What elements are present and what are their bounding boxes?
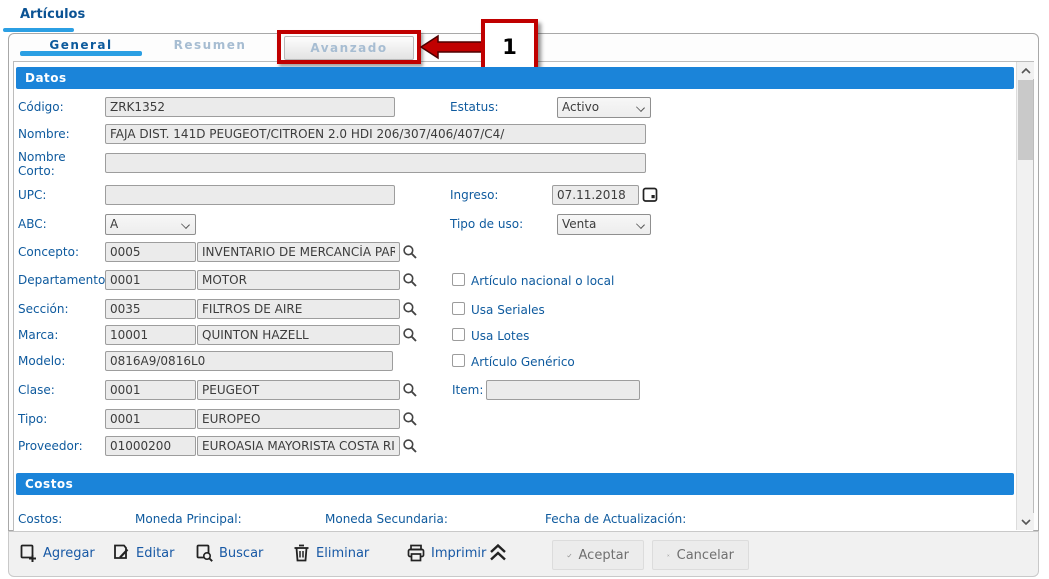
page-title: Artículos [20, 7, 86, 22]
tipo-de-uso-label: Tipo de uso: [450, 217, 524, 231]
buscar-button[interactable]: Buscar [195, 543, 263, 563]
checkbox-label: Usa Seriales [471, 303, 545, 317]
search-icon[interactable] [402, 301, 418, 317]
search-icon[interactable] [402, 411, 418, 427]
scroll-up-button[interactable] [1017, 62, 1034, 79]
printer-icon [407, 544, 425, 562]
search-icon[interactable] [402, 244, 418, 260]
ingreso-label: Ingreso: [450, 188, 499, 202]
page-title-underline [3, 28, 74, 32]
callout-number: 1 [502, 34, 517, 59]
checkbox-articulo-generico[interactable] [452, 354, 465, 367]
add-document-icon [20, 544, 36, 562]
callout-badge: 1 [481, 19, 538, 74]
codigo-input[interactable] [105, 97, 395, 117]
ingreso-input[interactable] [552, 185, 639, 205]
scrollbar-thumb[interactable] [1018, 80, 1033, 160]
seccion-code-input[interactable] [105, 299, 196, 319]
upc-label: UPC: [18, 188, 47, 202]
checkbox-label: Artículo Genérico [471, 355, 575, 369]
tipo-de-uso-select[interactable]: Venta [557, 214, 651, 235]
proveedor-code-input[interactable] [105, 436, 196, 456]
item-label: Item: [452, 383, 484, 397]
clase-code-input[interactable] [105, 380, 196, 400]
editar-button[interactable]: Editar [112, 543, 175, 563]
nombre-corto-input[interactable] [105, 153, 646, 173]
clase-label: Clase: [18, 383, 55, 397]
chevron-down-icon [636, 220, 645, 229]
modelo-input[interactable] [105, 351, 393, 371]
departamento-code-input[interactable] [105, 270, 196, 290]
abc-select[interactable]: A [105, 214, 196, 235]
nombre-input[interactable] [105, 124, 646, 144]
double-chevron-up-icon [490, 543, 506, 561]
upc-input[interactable] [105, 185, 395, 205]
cancelar-button[interactable]: Cancelar [652, 540, 749, 570]
moneda-secundaria-label: Moneda Secundaria: [325, 512, 448, 526]
scroll-down-button[interactable] [1017, 513, 1034, 530]
collapse-toolbar-button[interactable] [487, 543, 509, 562]
departamento-label: Departamento: [18, 273, 110, 287]
search-icon[interactable] [402, 272, 418, 288]
estatus-select[interactable]: Activo [557, 97, 651, 118]
proveedor-label: Proveedor: [18, 439, 83, 453]
nombre-corto-label: Nombre Corto: [18, 150, 66, 178]
tipo-desc-input[interactable] [197, 409, 400, 429]
tab-resumen[interactable]: Resumen [150, 38, 270, 52]
proveedor-desc-input[interactable] [197, 436, 400, 456]
trash-icon [294, 544, 309, 562]
abc-label: ABC: [18, 217, 47, 231]
concepto-code-input[interactable] [105, 242, 196, 262]
imprimir-button[interactable]: Imprimir [406, 543, 486, 563]
departamento-desc-input[interactable] [197, 270, 400, 290]
agregar-button[interactable]: Agregar [19, 543, 95, 563]
bottom-toolbar: Agregar Editar Buscar Eliminar Imprimir … [8, 531, 1039, 577]
checkbox-label: Artículo nacional o local [471, 274, 615, 288]
tipo-code-input[interactable] [105, 409, 196, 429]
codigo-label: Código: [18, 100, 64, 114]
item-input[interactable] [486, 380, 640, 400]
modelo-label: Modelo: [18, 354, 66, 368]
vertical-scrollbar[interactable] [1016, 62, 1034, 530]
check-icon [567, 553, 572, 557]
chevron-down-icon [1020, 518, 1031, 525]
edit-document-icon [114, 544, 129, 559]
close-icon [667, 553, 670, 557]
clase-desc-input[interactable] [197, 380, 400, 400]
concepto-label: Concepto: [18, 245, 80, 259]
moneda-principal-label: Moneda Principal: [135, 512, 242, 526]
callout-arrow [420, 34, 484, 60]
marca-desc-input[interactable] [197, 325, 400, 345]
chevron-up-icon [1020, 67, 1031, 74]
nombre-label: Nombre: [18, 127, 70, 141]
search-icon[interactable] [402, 382, 418, 398]
fecha-actualizacion-label: Fecha de Actualización: [545, 512, 687, 526]
chevron-down-icon [181, 220, 190, 229]
eliminar-button[interactable]: Eliminar [292, 543, 369, 563]
articulos-window: Artículos General Resumen Avanzado 1 Dat… [0, 0, 1049, 579]
marca-label: Marca: [18, 328, 59, 342]
section-header-datos: Datos [16, 67, 1014, 89]
checkbox-label: Usa Lotes [471, 329, 530, 343]
estatus-label: Estatus: [450, 100, 499, 114]
tab-general-underline [20, 51, 142, 56]
tipo-label: Tipo: [18, 412, 48, 426]
tab-general[interactable]: General [20, 38, 142, 52]
highlight-box [277, 30, 421, 64]
calendar-icon[interactable] [642, 186, 658, 203]
concepto-desc-input[interactable] [197, 242, 400, 262]
checkbox-articulo-nacional[interactable] [452, 273, 465, 286]
costos-label: Costos: [18, 512, 63, 526]
search-document-icon [196, 544, 213, 562]
aceptar-button[interactable]: Aceptar [552, 540, 644, 570]
marca-code-input[interactable] [105, 325, 196, 345]
seccion-label: Sección: [18, 302, 69, 316]
checkbox-usa-lotes[interactable] [452, 328, 465, 341]
checkbox-usa-seriales[interactable] [452, 302, 465, 315]
seccion-desc-input[interactable] [197, 299, 400, 319]
search-icon[interactable] [402, 438, 418, 454]
search-icon[interactable] [402, 327, 418, 343]
chevron-down-icon [636, 103, 645, 112]
section-header-costos: Costos [16, 473, 1014, 495]
